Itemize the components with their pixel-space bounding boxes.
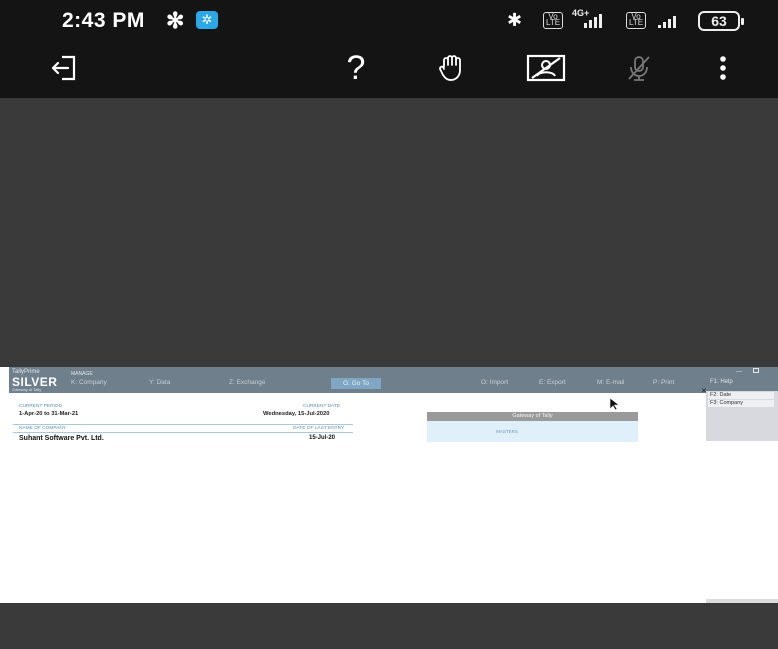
menu-email[interactable]: M: E-mail xyxy=(597,379,624,386)
maximize-icon[interactable] xyxy=(753,368,759,373)
last-entry-date: 15-Jul-20 xyxy=(309,435,336,441)
fan-icon: ✻ xyxy=(166,8,185,33)
current-date-label: CURRENT DATE xyxy=(303,404,341,409)
close-icon[interactable]: ✕ xyxy=(701,387,707,395)
bottom-bar xyxy=(0,603,778,649)
menu-export[interactable]: E: Export xyxy=(539,379,566,386)
right-panel-company[interactable]: F3: Company xyxy=(708,400,774,407)
current-date-value: Wednesday, 15-Jul-2020 xyxy=(263,411,330,417)
menu-data[interactable]: Y: Data xyxy=(149,379,170,386)
menu-import[interactable]: O: Import xyxy=(481,379,508,386)
shared-screen: TallyPrime SILVER Gateway of Tally MANAG… xyxy=(9,367,778,603)
tally-tagline: Gateway of Tally xyxy=(12,387,42,392)
mouse-pointer-icon xyxy=(609,397,621,411)
name-of-company-label: NAME OF COMPANY xyxy=(19,426,67,431)
signal-sim2-icon xyxy=(652,8,682,32)
gateway-masters[interactable]: MASTERS xyxy=(427,429,587,434)
signal-sim1-icon: 4G+ xyxy=(572,8,608,32)
tally-header: TallyPrime SILVER Gateway of Tally MANAG… xyxy=(9,367,778,393)
menu-help[interactable]: F1: Help xyxy=(710,379,733,385)
app-notification-icon: ✲ xyxy=(196,11,218,29)
right-panel-date[interactable]: F2: Date xyxy=(708,392,774,399)
phone-screen: 2:43 PM ✻ ✲ ✱ Vo LTE 4G+ Vo LTE 63 ? Tal… xyxy=(0,0,778,649)
current-period-label: CURRENT PERIOD xyxy=(19,404,63,409)
menu-company[interactable]: K: Company xyxy=(71,379,107,386)
gateway-title: Gateway of Tally xyxy=(427,412,638,421)
current-period-value: 1-Apr-20 to 31-Mar-21 xyxy=(19,411,79,417)
help-icon[interactable]: ? xyxy=(336,48,376,88)
volte-badge-sim2: Vo LTE xyxy=(626,12,647,29)
raise-hand-icon[interactable] xyxy=(433,48,473,88)
more-vert-icon[interactable] xyxy=(708,48,738,88)
volte-badge-sim1: Vo LTE xyxy=(543,12,564,29)
status-bar: 2:43 PM ✻ ✲ ✱ Vo LTE 4G+ Vo LTE 63 xyxy=(0,0,778,40)
status-time: 2:43 PM xyxy=(62,9,145,32)
mic-off-icon[interactable] xyxy=(619,48,659,88)
menu-exchange[interactable]: Z: Exchange xyxy=(229,379,266,386)
battery-icon: 63 xyxy=(698,11,744,31)
minimize-icon[interactable]: — xyxy=(736,369,742,375)
menu-goto[interactable]: G: Go To xyxy=(331,378,381,389)
menu-print[interactable]: P: Print xyxy=(653,379,674,386)
video-area xyxy=(0,98,778,367)
gateway-of-tally-box: Gateway of Tally MASTERS xyxy=(427,412,638,442)
camera-off-icon[interactable] xyxy=(523,48,569,88)
date-of-last-entry-label: DATE OF LAST ENTRY xyxy=(293,426,345,431)
tally-manage-label: MANAGE xyxy=(71,371,93,377)
tally-right-panel: — F1: Help ✕ F2: Date F3: Company xyxy=(701,367,778,441)
exit-icon[interactable] xyxy=(44,48,84,88)
bluetooth-icon: ✱ xyxy=(507,10,523,30)
company-name[interactable]: Suhant Software Pvt. Ltd. xyxy=(19,435,104,442)
meeting-toolbar: ? xyxy=(0,40,778,98)
